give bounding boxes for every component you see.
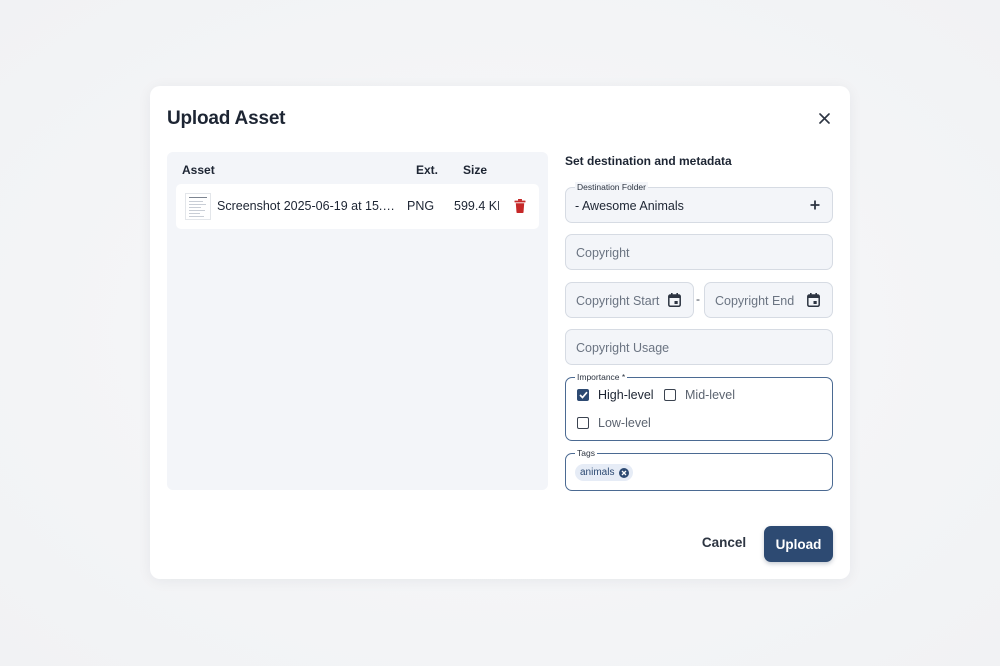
- delete-asset-button[interactable]: [514, 199, 526, 213]
- column-header-asset: Asset: [182, 163, 215, 177]
- upload-button[interactable]: Upload: [764, 526, 833, 562]
- destination-folder-label: Destination Folder: [575, 182, 648, 192]
- trash-icon: [514, 199, 526, 213]
- add-folder-button[interactable]: [808, 198, 822, 212]
- importance-option-mid-level[interactable]: Mid-level: [664, 387, 735, 403]
- destination-folder-value: - Awesome Animals: [575, 199, 684, 213]
- checkbox-label: High-level: [598, 388, 654, 402]
- asset-table-header: Asset Ext. Size: [167, 163, 548, 183]
- checkbox-label: Mid-level: [685, 388, 736, 402]
- checkbox-checked[interactable]: [577, 389, 589, 401]
- importance-option-low-level[interactable]: Low-level: [577, 415, 651, 431]
- column-header-size: Size: [463, 163, 488, 177]
- copyright-start-field[interactable]: Copyright Start: [565, 282, 694, 318]
- copyright-end-date-picker[interactable]: [807, 293, 820, 307]
- asset-file-name: Screenshot 2025-06-19 at 15.53....: [217, 199, 395, 213]
- tags-label: Tags: [575, 448, 597, 458]
- tags-field[interactable]: Tags animals: [565, 448, 833, 491]
- date-range-separator: -: [696, 292, 700, 306]
- close-circle-icon: [622, 470, 627, 475]
- close-icon: [818, 112, 830, 124]
- checkbox-unchecked[interactable]: [577, 417, 589, 429]
- form-section-title: Set destination and metadata: [565, 154, 732, 168]
- cancel-button[interactable]: Cancel: [698, 528, 750, 556]
- copyright-end-placeholder: Copyright End: [715, 294, 795, 308]
- copyright-end-field[interactable]: Copyright End: [704, 282, 833, 318]
- tag-chip: animals: [575, 464, 634, 481]
- asset-thumbnail: [185, 193, 211, 220]
- asset-file-size: 599.4 KB: [454, 199, 499, 213]
- plus-icon: [810, 200, 820, 210]
- copyright-usage-placeholder: Copyright Usage: [576, 341, 670, 355]
- table-row: Screenshot 2025-06-19 at 15.53.... PNG 5…: [176, 184, 539, 229]
- asset-list-panel: Asset Ext. Size Screenshot 2025-06-19 at…: [167, 152, 548, 490]
- copyright-start-placeholder: Copyright Start: [576, 294, 660, 308]
- copyright-start-date-picker[interactable]: [668, 293, 681, 307]
- calendar-icon: [807, 293, 820, 307]
- asset-extension: PNG: [407, 199, 435, 213]
- checkbox-label: Low-level: [598, 416, 651, 430]
- close-button[interactable]: [814, 108, 834, 128]
- check-icon: [578, 391, 588, 399]
- calendar-icon: [668, 293, 681, 307]
- importance-label: Importance *: [575, 372, 628, 382]
- importance-option-high-level[interactable]: High-level: [577, 387, 654, 403]
- column-header-ext: Ext.: [416, 163, 439, 177]
- tag-chip-label: animals: [580, 467, 615, 478]
- copyright-placeholder: Copyright: [576, 246, 630, 260]
- checkbox-unchecked[interactable]: [664, 389, 676, 401]
- destination-folder-field[interactable]: Destination Folder - Awesome Animals: [565, 182, 833, 223]
- upload-asset-dialog: Upload Asset Asset Ext. Size Screenshot …: [150, 86, 850, 579]
- dialog-title: Upload Asset: [167, 108, 286, 129]
- copyright-usage-field[interactable]: Copyright Usage: [565, 329, 833, 365]
- remove-tag-button[interactable]: [619, 467, 630, 478]
- copyright-field[interactable]: Copyright: [565, 234, 833, 270]
- importance-group: Importance * High-level Mid-level Low-le…: [565, 372, 833, 441]
